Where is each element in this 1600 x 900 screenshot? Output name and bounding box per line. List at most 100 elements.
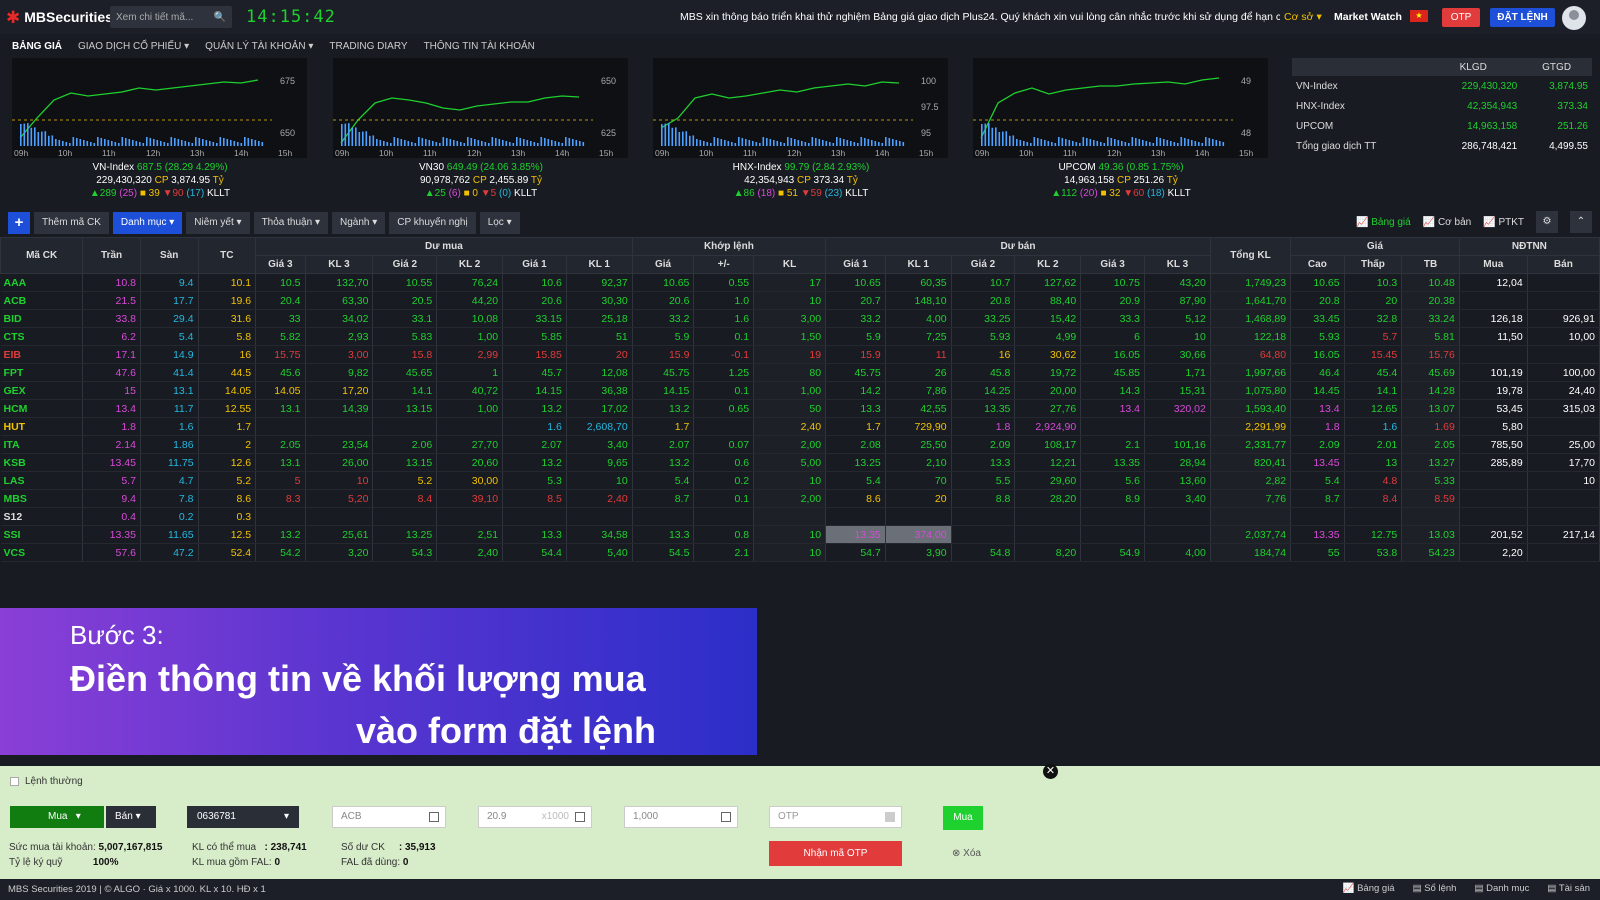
col-header[interactable]: KL 2	[1014, 255, 1082, 274]
close-icon[interactable]: ✕	[1043, 764, 1058, 779]
table-row[interactable]: S12 0.4 0.2 0.3	[0, 507, 1600, 526]
price-checkbox-icon[interactable]	[575, 812, 585, 822]
table-row[interactable]: ITA 2.14 1.86 2 2.05 23,54 2.06 27,70 2.07 3,40 2.…	[0, 435, 1600, 454]
col-header[interactable]: Cao	[1290, 255, 1345, 274]
table-row[interactable]: HUT 1.8 1.6 1.7 1.6 2,608,70 1.7 2,40 1.7 729,90 1…	[0, 417, 1600, 436]
logo[interactable]: ✱ MBSecurities	[6, 9, 113, 26]
col-san[interactable]: Sàn	[139, 237, 199, 274]
market-watch-link[interactable]: Market Watch	[1334, 11, 1402, 23]
col-header[interactable]: +/-	[693, 255, 755, 274]
col-header[interactable]: Giá 2	[372, 255, 438, 274]
quantity-checkbox-icon[interactable]	[721, 812, 731, 822]
table-row[interactable]: VCS 57.6 47.2 52.4 54.2 3,20 54.3 2,40 54.4 5,40 5…	[0, 543, 1600, 562]
otp-input[interactable]: OTP	[769, 806, 902, 828]
table-row[interactable]: FPT 47.6 41.4 44.5 45.6 9,82 45.65 1 45.7 12,08 45…	[0, 363, 1600, 382]
index-chart-1[interactable]: 675 650 09h 10h 11h 12h 13h 14h 15h	[12, 58, 307, 158]
nav-trading-diary[interactable]: TRADING DIARY	[329, 41, 407, 52]
table-row[interactable]: GEX 15 13.1 14.05 14.05 17,20 14.1 40,72 14.15 36…	[0, 381, 1600, 400]
symbol-cell[interactable]: FPT	[0, 363, 84, 382]
get-otp-button[interactable]: Nhận mã OTP	[769, 841, 902, 866]
order-type-checkbox[interactable]	[10, 777, 19, 786]
cp-khuyen-nghi-button[interactable]: CP khuyến nghị	[389, 212, 476, 234]
account-select[interactable]: 0636781 ▾	[187, 806, 299, 828]
symbol-cell[interactable]: MBS	[0, 489, 84, 508]
table-row[interactable]: CTS 6.2 5.4 5.8 5.82 2,93 5.83 1,00 5.85 51 5.9 0.1…	[0, 327, 1600, 346]
col-tc[interactable]: TC	[197, 237, 257, 274]
col-tong-kl[interactable]: Tổng KL	[1209, 237, 1292, 274]
nav-quan-ly[interactable]: QUẢN LÝ TÀI KHOẢN ▾	[205, 41, 313, 52]
symbol-cell[interactable]: HUT	[0, 417, 84, 436]
col-ma-ck[interactable]: Mã CK	[0, 237, 84, 274]
col-header[interactable]: Giá 2	[950, 255, 1016, 274]
symbol-cell[interactable]: BID	[0, 309, 84, 328]
niem-yet-button[interactable]: Niêm yết ▾	[186, 212, 250, 234]
table-row[interactable]: MBS 9.4 7.8 8.6 8.3 5,20 8.4 39,10 8.5 2,40 8.7 0.1…	[0, 489, 1600, 508]
symbol-cell[interactable]: CTS	[0, 327, 84, 346]
sell-side-select[interactable]: Bán ▾	[106, 806, 156, 828]
price-input[interactable]: 20.9 x1000	[478, 806, 592, 828]
table-row[interactable]: BID 33.8 29.4 31.6 33 34,02 33.1 10,08 33.15 25,1…	[0, 309, 1600, 328]
otp-button[interactable]: OTP	[1442, 8, 1480, 27]
col-header[interactable]: KL 3	[1144, 255, 1211, 274]
col-header[interactable]: Giá 1	[502, 255, 567, 274]
symbol-cell[interactable]: HCM	[0, 399, 84, 418]
table-row[interactable]: EIB 17.1 14.9 16 15.75 3,00 15.8 2,99 15.85 20 15.…	[0, 345, 1600, 364]
table-row[interactable]: HCM 13.4 11.7 12.55 13.1 14,39 13.15 1,00 13.2 17…	[0, 399, 1600, 418]
symbol-cell[interactable]: S12	[0, 507, 84, 526]
add-icon[interactable]: +	[8, 212, 30, 234]
col-header[interactable]: KL 3	[304, 255, 374, 274]
symbol-cell[interactable]: KSB	[0, 453, 84, 472]
col-header[interactable]: Thấp	[1343, 255, 1403, 274]
quantity-input[interactable]: 1,000	[624, 806, 738, 828]
chevron-up-icon[interactable]: ⌃	[1570, 211, 1592, 233]
thoa-thuan-button[interactable]: Thỏa thuận ▾	[253, 212, 328, 234]
nganh-button[interactable]: Ngành ▾	[331, 212, 386, 234]
symbol-cell[interactable]: ITA	[0, 435, 84, 454]
col-header[interactable]: KL	[753, 255, 827, 274]
col-header[interactable]: Giá 1	[825, 255, 886, 274]
table-row[interactable]: SSI 13.35 11.65 12.5 13.2 25,61 13.25 2,51 13.3 3…	[0, 525, 1600, 544]
index-chart-2[interactable]: 650 625 09h 10h 11h 12h 13h 14h 15h	[333, 58, 628, 158]
col-tran[interactable]: Trần	[82, 237, 141, 274]
col-header[interactable]: Mua	[1458, 255, 1528, 274]
index-chart-4[interactable]: 49 48 09h 10h 11h 12h 13h 14h 15h	[973, 58, 1268, 158]
nav-giao-dich[interactable]: GIAO DỊCH CỔ PHIẾU ▾	[78, 41, 189, 52]
symbol-cell[interactable]: VCS	[0, 543, 84, 562]
nav-bang-gia[interactable]: BẢNG GIÁ	[12, 41, 62, 52]
table-row[interactable]: KSB 13.45 11.75 12.6 13.1 26,00 13.15 20,60 13.2…	[0, 453, 1600, 472]
col-header[interactable]: KL 1	[565, 255, 633, 274]
status-bang-gia[interactable]: 📈 Bảng giá	[1343, 883, 1395, 894]
col-header[interactable]: Giá 3	[255, 255, 306, 274]
symbol-cell[interactable]: SSI	[0, 525, 84, 544]
view-co-ban[interactable]: 📈 Cơ bản	[1423, 217, 1471, 228]
symbol-cell[interactable]: ACB	[0, 291, 84, 310]
nav-thong-tin[interactable]: THÔNG TIN TÀI KHOẢN	[424, 41, 535, 52]
symbol-cell[interactable]: EIB	[0, 345, 84, 364]
symbol-cell[interactable]: AAA	[0, 273, 84, 292]
status-tai-san[interactable]: ▤ Tài sản	[1547, 883, 1590, 894]
table-row[interactable]: ACB 21.5 17.7 19.6 20.4 63,30 20.5 44,20 20.6 30,…	[0, 291, 1600, 310]
add-symbol-button[interactable]: Thêm mã CK	[34, 212, 109, 234]
status-so-lenh[interactable]: ▤ Sổ lệnh	[1413, 883, 1457, 894]
submit-buy-button[interactable]: Mua	[943, 806, 983, 830]
danh-muc-button[interactable]: Danh mục ▾	[112, 212, 183, 234]
search-input[interactable]: Xem chi tiết mã... 🔍	[110, 6, 232, 28]
search-icon[interactable]: 🔍	[214, 12, 226, 23]
symbol-input[interactable]: ACB	[332, 806, 446, 828]
table-row[interactable]: AAA 10.8 9.4 10.1 10.5 132,70 10.55 76,24 10.6 92…	[0, 273, 1600, 292]
index-chart-3[interactable]: 100 97.5 95 09h 10h 11h 12h 13h 14h 15h	[653, 58, 948, 158]
loc-button[interactable]: Lọc ▾	[479, 212, 520, 234]
col-header[interactable]: Giá 3	[1080, 255, 1146, 274]
col-header[interactable]: KL 1	[884, 255, 952, 274]
col-header[interactable]: Giá	[631, 255, 695, 274]
table-row[interactable]: LAS 5.7 4.7 5.2 5 10 5.2 30,00 5.3 10 5.4 0.2 10 5.4 7…	[0, 471, 1600, 490]
vietnam-flag-icon[interactable]: ★	[1410, 10, 1428, 22]
market-select[interactable]: Cơ sở ▾	[1284, 11, 1322, 23]
symbol-cell[interactable]: LAS	[0, 471, 84, 490]
view-bang-gia[interactable]: 📈 Bảng giá	[1356, 217, 1411, 228]
order-type[interactable]: Lệnh thường	[10, 776, 83, 787]
col-header[interactable]: Bán	[1526, 255, 1600, 274]
col-header[interactable]: KL 2	[436, 255, 504, 274]
buy-side-select[interactable]: Mua ▾	[10, 806, 104, 828]
view-ptkt[interactable]: 📈 PTKT	[1483, 217, 1524, 228]
